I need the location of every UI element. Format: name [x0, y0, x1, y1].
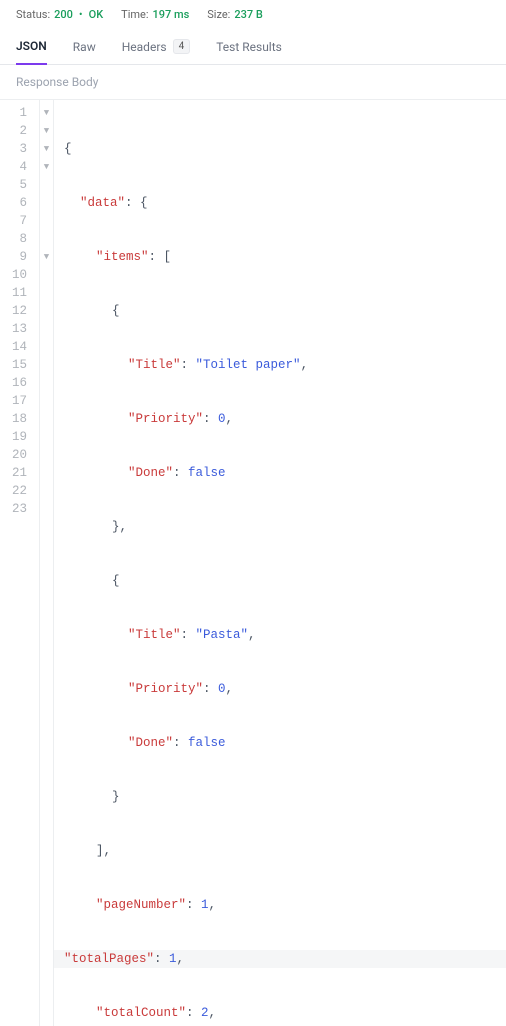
- time-group: Time: 197 ms: [121, 8, 189, 21]
- fold-gutter: ▼ ▼ ▼ ▼ ▼: [40, 100, 54, 1026]
- fold-toggle[interactable]: ▼: [40, 140, 53, 158]
- status-label: Status:: [16, 8, 50, 21]
- time-value: 197 ms: [153, 8, 190, 21]
- size-value: 237 B: [234, 8, 262, 21]
- status-bar: Status: 200 • OK Time: 197 ms Size: 237 …: [0, 0, 506, 29]
- tab-headers-label: Headers: [122, 40, 167, 54]
- time-label: Time:: [121, 8, 148, 21]
- code-content[interactable]: { "data": { "items": [ { "Title": "Toile…: [54, 100, 506, 1026]
- fold-toggle[interactable]: ▼: [40, 248, 53, 266]
- size-label: Size:: [207, 8, 230, 21]
- status-dot-icon: •: [77, 8, 85, 21]
- response-tabs: JSON Raw Headers 4 Test Results: [0, 29, 506, 65]
- tab-raw[interactable]: Raw: [73, 40, 96, 64]
- response-body-label: Response Body: [0, 65, 506, 99]
- fold-toggle[interactable]: ▼: [40, 122, 53, 140]
- line-number-gutter: 12345 678910 1112131415 1617181920 21222…: [0, 100, 40, 1026]
- tab-test-results[interactable]: Test Results: [216, 40, 282, 64]
- code-viewer: 12345 678910 1112131415 1617181920 21222…: [0, 99, 506, 1026]
- fold-toggle[interactable]: ▼: [40, 158, 53, 176]
- status-group: Status: 200 • OK: [16, 8, 103, 21]
- tab-json[interactable]: JSON: [16, 39, 47, 65]
- status-text: OK: [89, 8, 104, 21]
- headers-count-badge: 4: [173, 39, 191, 54]
- size-group: Size: 237 B: [207, 8, 263, 21]
- status-code: 200: [54, 8, 73, 21]
- tab-headers[interactable]: Headers 4: [122, 39, 190, 64]
- fold-toggle[interactable]: ▼: [40, 104, 53, 122]
